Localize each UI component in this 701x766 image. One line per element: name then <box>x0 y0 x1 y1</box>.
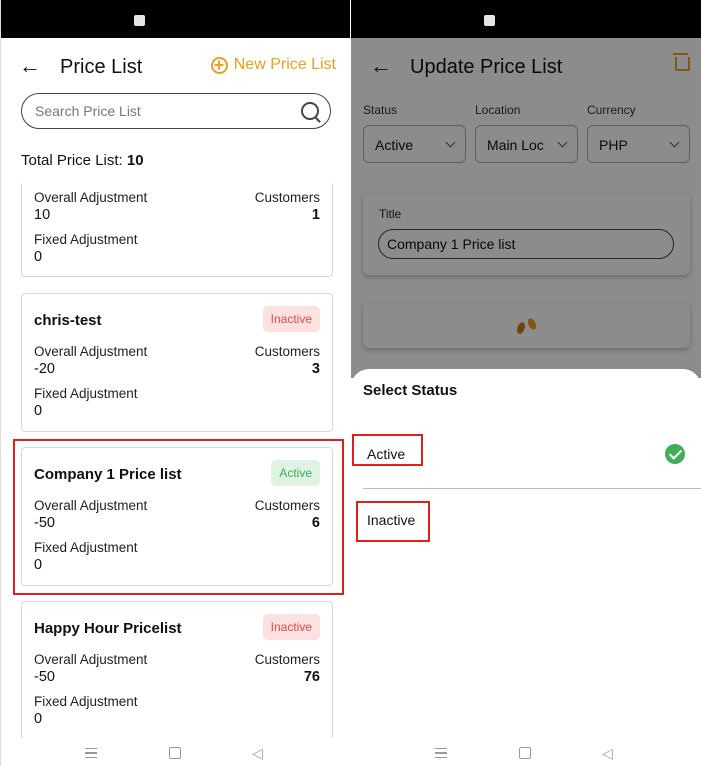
overall-adjustment-label: Overall Adjustment <box>34 652 148 667</box>
overall-adjustment-value: 10 <box>34 207 51 223</box>
price-list-card[interactable]: chris-test Inactive Overall Adjustment -… <box>21 293 333 432</box>
total-label: Total Price List: <box>21 152 127 169</box>
system-nav-bar: ◁ <box>351 738 701 766</box>
sheet-title: Select Status <box>363 382 458 399</box>
status-badge: Inactive <box>262 306 320 332</box>
price-list-name: chris-test <box>34 312 102 329</box>
price-list-card[interactable]: Overall Adjustment 10 Customers 1 Fixed … <box>21 183 333 277</box>
fixed-adjustment-label: Fixed Adjustment <box>34 232 138 247</box>
total-value: 10 <box>126 152 144 169</box>
fixed-adjustment-value: 0 <box>34 249 43 265</box>
fixed-adjustment-label: Fixed Adjustment <box>34 386 138 401</box>
customers-value: 1 <box>311 207 320 223</box>
back-triangle-icon[interactable]: ◁ <box>252 745 263 762</box>
overall-adjustment-value: -50 <box>34 669 55 685</box>
fixed-adjustment-label: Fixed Adjustment <box>34 694 138 709</box>
search-input[interactable] <box>33 102 287 120</box>
status-badge: Inactive <box>262 614 320 640</box>
page-title: Price List <box>60 56 143 78</box>
price-list: Overall Adjustment 10 Customers 1 Fixed … <box>1 183 350 738</box>
header: ← Price List New Price List <box>1 38 350 94</box>
customers-value: 76 <box>303 669 320 685</box>
fixed-adjustment-value: 0 <box>34 711 43 727</box>
option-divider <box>363 488 701 489</box>
overall-adjustment-label: Overall Adjustment <box>34 344 148 359</box>
recent-apps-icon[interactable] <box>85 748 97 758</box>
back-arrow-icon[interactable]: ← <box>19 55 41 77</box>
plus-circle-icon <box>210 56 228 74</box>
overall-adjustment-label: Overall Adjustment <box>34 190 148 205</box>
new-price-list-button[interactable]: New Price List <box>210 56 336 74</box>
customers-value: 3 <box>311 361 320 377</box>
check-circle-icon <box>665 444 685 464</box>
status-bar <box>1 0 350 38</box>
search-icon[interactable] <box>301 102 319 120</box>
status-bar <box>351 0 701 38</box>
recent-apps-icon[interactable] <box>435 748 447 758</box>
customers-label: Customers <box>254 190 320 205</box>
home-icon[interactable] <box>519 747 531 759</box>
home-icon[interactable] <box>169 747 181 759</box>
price-list-name: Happy Hour Pricelist <box>34 620 182 637</box>
system-nav-bar: ◁ <box>1 738 350 766</box>
price-list-card[interactable]: Happy Hour Pricelist Inactive Overall Ad… <box>21 601 333 738</box>
customers-label: Customers <box>254 652 320 667</box>
overall-adjustment-value: -20 <box>34 361 55 377</box>
search-bar[interactable] <box>21 93 331 129</box>
customers-label: Customers <box>254 344 320 359</box>
total-count: Total Price List: 10 <box>21 152 144 169</box>
selection-highlight <box>356 501 430 542</box>
back-triangle-icon[interactable]: ◁ <box>602 745 613 762</box>
select-status-sheet: Select Status Active Inactive <box>351 369 701 766</box>
modal-overlay[interactable] <box>351 38 701 378</box>
new-price-list-label: New Price List <box>233 56 336 73</box>
update-price-list-screen: ← Update Price List Status Location Curr… <box>351 0 701 766</box>
price-list-screen: ← Price List New Price List Total Price … <box>0 0 350 766</box>
fixed-adjustment-value: 0 <box>34 403 43 419</box>
selection-highlight <box>13 439 344 595</box>
notification-icon <box>484 15 495 26</box>
selection-highlight <box>352 434 423 466</box>
notification-icon <box>134 15 145 26</box>
